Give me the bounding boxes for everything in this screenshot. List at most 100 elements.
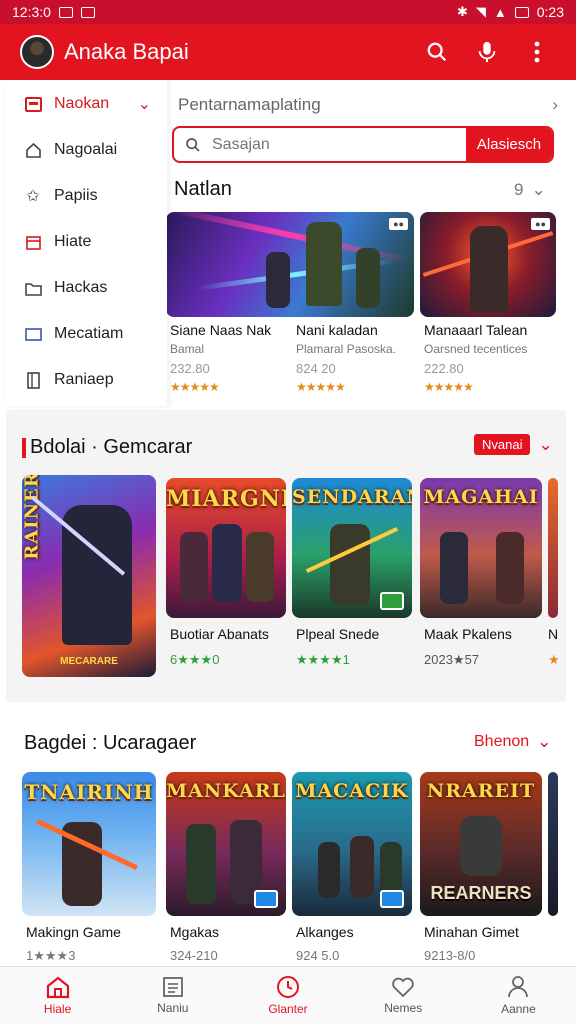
rating-stat: 6★★★0	[170, 652, 220, 667]
game-card[interactable]: MAGAHAI Maak Pkalens 2023★57	[420, 478, 544, 674]
game-caption: REARNERS	[430, 883, 532, 903]
section-title: Natlan	[174, 178, 232, 200]
game-thumbnail: NRAREIT REARNERS	[420, 772, 542, 916]
search-suggestion[interactable]: Pentarnamaplating ›	[178, 92, 558, 118]
nav-item-favorites[interactable]: Nemes	[346, 967, 461, 1024]
app-title: Anaka Bapai	[64, 39, 189, 64]
drawer-item-label: Mecatiam	[54, 325, 124, 342]
bluetooth-icon: ✱	[456, 4, 468, 19]
rating-stat: ★★★★1	[296, 652, 350, 667]
game-thumbnail: MIARGNI	[166, 478, 286, 618]
bottom-navigation: Hiale Naniu Glanter Nemes Aanne	[0, 966, 576, 1024]
card-title: Manaaarl Talean	[424, 322, 528, 338]
search-input[interactable]	[204, 128, 466, 161]
message-icon	[58, 6, 73, 18]
game-thumbnail: ●●	[166, 212, 414, 317]
home-icon	[46, 976, 69, 999]
search-submit-button[interactable]: Alasiesch	[466, 128, 552, 161]
signal-icon: ▲	[493, 4, 507, 20]
status-bar: 12:3:0 ✱ ◥ ▲ 0:23	[0, 0, 576, 24]
rating-stars: ★★★★★	[170, 380, 220, 394]
nav-label: Nemes	[384, 1001, 423, 1015]
card-subtitle: Bamal	[170, 342, 205, 356]
card-title: Alkanges	[296, 924, 354, 940]
card-title: Nani kaladan	[296, 322, 378, 338]
notification-icon	[80, 6, 95, 18]
wifi-icon: ◥	[475, 4, 486, 19]
chevron-down-icon: ⌄	[137, 96, 151, 113]
game-card[interactable]: MACACIK Alkanges 924 5.0	[292, 772, 414, 963]
rating-stars: ★★★★★	[424, 380, 474, 394]
search-suggestion-text: Pentarnamaplating	[178, 95, 321, 114]
rating-stat: ★	[548, 652, 558, 667]
feature-caption: MECARARE	[60, 656, 118, 667]
content-area: Naokan ⌄ Nagoalai ✩ Papiis Hiate Hackas …	[0, 80, 576, 966]
card-subtitle: Plamaral Pasoska.	[296, 342, 397, 356]
game-thumbnail: RAINER MECARARE	[22, 475, 156, 677]
nav-label: Naniu	[157, 1001, 189, 1015]
card-title: Maak Pkalens	[424, 626, 512, 642]
nav-item-profile[interactable]: Aanne	[461, 967, 576, 1024]
game-card-partial[interactable]: N ★	[548, 478, 558, 674]
card-subtitle: Oarsned tecentices	[424, 342, 528, 356]
card-title: N	[548, 626, 558, 642]
drawer-item-label: Raniaep	[54, 371, 114, 388]
section-filter[interactable]: Nvanai ⌄	[474, 434, 553, 455]
drawer-item-mecatiam[interactable]: Mecatiam	[6, 311, 167, 357]
card-title: Plpeal Snede	[296, 626, 380, 642]
calendar-icon	[24, 233, 42, 251]
card-title: Minahan Gimet	[424, 924, 519, 940]
game-card-info[interactable]: Nani kaladan Plamaral Pasoska. 824 20 ★★…	[292, 322, 412, 394]
drawer-item-naokan[interactable]: Naokan ⌄	[6, 81, 167, 127]
status-time-left: 12:3:0	[12, 4, 51, 20]
drawer-item-raniaep[interactable]: Raniaep	[6, 357, 167, 403]
rating-stat: 324-210	[170, 948, 218, 963]
status-time-right: 0:23	[536, 4, 564, 20]
home-icon	[24, 141, 42, 159]
search-bar: Alasiesch	[172, 126, 554, 163]
game-card[interactable]: NRAREIT REARNERS Minahan Gimet 9213-8/0	[420, 772, 544, 963]
section-more[interactable]: Bhenon ⌄	[474, 732, 551, 752]
section-link: Bhenon	[474, 733, 530, 750]
section-count-value: 9	[514, 180, 524, 199]
game-thumbnail: TNAIRINH	[22, 772, 156, 916]
drawer-item-label: Naokan	[54, 95, 110, 112]
game-logo: MACACIK	[295, 780, 409, 802]
game-thumbnail	[548, 478, 558, 618]
more-button[interactable]	[512, 32, 562, 72]
chevron-down-icon: ⌄	[531, 180, 546, 199]
nav-item-home[interactable]: Hiale	[0, 967, 115, 1024]
search-button[interactable]	[412, 32, 462, 72]
nav-item-clock[interactable]: Glanter	[230, 967, 345, 1024]
drawer-item-nagoalai[interactable]: Nagoalai	[6, 127, 167, 173]
section-count[interactable]: 9 ⌄	[514, 180, 546, 200]
game-logo: TNAIRINH	[24, 780, 154, 804]
nav-label: Aanne	[501, 1002, 536, 1016]
game-card[interactable]: SENDARAN Plpeal Snede ★★★★1	[292, 478, 414, 674]
game-card[interactable]: ●● Manaaarl Talean Oarsned tecentices 22…	[420, 212, 560, 394]
section-header: Natlan	[174, 178, 232, 201]
game-thumbnail: ●●	[420, 212, 556, 317]
folder-icon	[24, 279, 42, 297]
game-card[interactable]: TNAIRINH Makingn Game 1★★★3	[22, 772, 158, 963]
nav-label: Hiale	[43, 1002, 72, 1016]
section-pill: Nvanai	[474, 434, 531, 455]
game-thumbnail	[548, 772, 558, 916]
game-card[interactable]: MANKARL Mgakas 324-210	[166, 772, 288, 963]
drawer-item-hackas[interactable]: Hackas	[6, 265, 167, 311]
feature-logo: RAINER	[22, 475, 43, 560]
avatar[interactable]	[20, 35, 54, 69]
monitor-icon	[24, 325, 42, 343]
more-vert-icon	[534, 41, 540, 63]
chevron-right-icon: ›	[552, 95, 558, 114]
mic-button[interactable]	[462, 32, 512, 72]
rating-stat: 9213-8/0	[424, 948, 476, 963]
game-card-partial[interactable]	[548, 772, 558, 916]
battery-icon	[514, 6, 529, 18]
nav-item-list[interactable]: Naniu	[115, 967, 230, 1024]
nav-label: Glanter	[268, 1002, 308, 1016]
drawer-item-hiate[interactable]: Hiate	[6, 219, 167, 265]
drawer-item-papiis[interactable]: ✩ Papiis	[6, 173, 167, 219]
game-card[interactable]: MIARGNI Buotiar Abanats 6★★★0	[166, 478, 288, 674]
featured-game-card[interactable]: RAINER MECARARE	[22, 475, 156, 677]
